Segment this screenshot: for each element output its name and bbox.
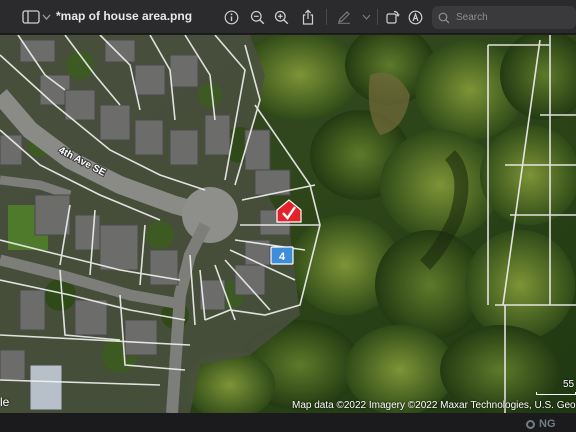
numbered-marker-label: 4 <box>279 251 286 263</box>
map-image: 4th Ave SE 4 <box>0 35 576 413</box>
scale-label: 55 <box>563 379 575 390</box>
zoom-out-icon <box>250 10 264 24</box>
map-attribution: Map data ©2022 Imagery ©2022 Maxar Techn… <box>292 400 576 411</box>
scale-bar <box>536 392 576 395</box>
search-input[interactable] <box>456 12 566 23</box>
watermark: NG <box>526 418 556 430</box>
annotate-button[interactable] <box>406 6 424 28</box>
share-icon <box>302 9 314 25</box>
chevron-down-icon <box>42 14 50 20</box>
bottom-strip <box>0 413 576 432</box>
rotate-icon <box>385 10 400 24</box>
toolbar-divider <box>377 9 378 25</box>
map-edge-label: le <box>0 395 10 409</box>
sidebar-toggle-button[interactable] <box>20 6 42 28</box>
markup-menu-button[interactable] <box>360 6 372 28</box>
markup-button[interactable] <box>335 6 353 28</box>
sidebar-menu-button[interactable] <box>40 6 52 28</box>
window-title: *map of house area.png <box>56 9 193 23</box>
zoom-out-button[interactable] <box>248 6 266 28</box>
chevron-down-icon <box>362 14 370 20</box>
toolbar-divider <box>326 9 327 25</box>
info-icon <box>224 10 238 24</box>
share-button[interactable] <box>299 6 317 28</box>
annotate-icon <box>408 10 422 24</box>
sidebar-icon <box>22 10 40 24</box>
zoom-in-button[interactable] <box>272 6 290 28</box>
markup-icon <box>338 11 350 24</box>
info-button[interactable] <box>222 6 240 28</box>
toolbar: *map of house area.png <box>0 0 576 34</box>
numbered-marker[interactable]: 4 <box>270 246 294 265</box>
search-field[interactable] <box>432 6 576 29</box>
search-icon <box>438 12 450 23</box>
watermark-logo-icon <box>526 419 535 429</box>
watermark-text: NG <box>539 418 556 430</box>
zoom-in-icon <box>274 10 288 24</box>
rotate-button[interactable] <box>383 6 401 28</box>
satellite-map: 4th Ave SE 4 <box>0 35 576 413</box>
